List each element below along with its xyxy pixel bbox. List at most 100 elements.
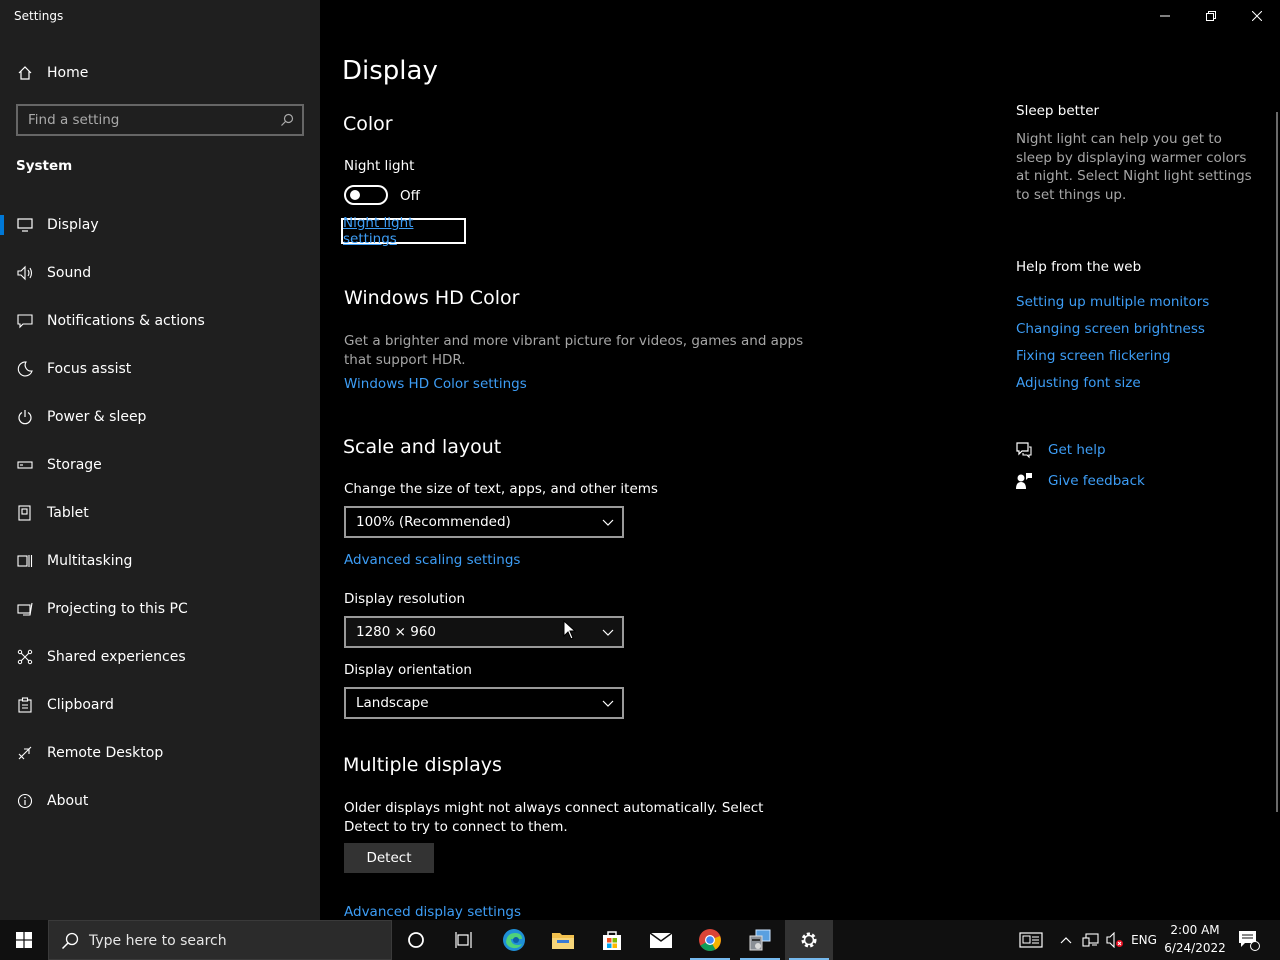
clock-date[interactable]: 6/24/2022 [1160, 941, 1230, 955]
color-heading: Color [343, 113, 393, 135]
resolution-dropdown[interactable]: 1280 × 960 [344, 616, 624, 648]
sidebar-item-display[interactable]: Display [0, 205, 320, 245]
resolution-label: Display resolution [344, 591, 466, 607]
close-button[interactable] [1234, 0, 1280, 32]
minimize-button[interactable] [1142, 0, 1188, 32]
task-view-icon [455, 932, 472, 948]
sidebar-item-label: Shared experiences [47, 649, 186, 665]
orientation-value: Landscape [356, 695, 429, 711]
sidebar-item-label: About [47, 793, 89, 809]
store-icon [603, 931, 621, 950]
sidebar-item-focus-assist[interactable]: Focus assist [0, 349, 320, 389]
network-button[interactable] [1080, 920, 1102, 960]
advanced-scaling-link[interactable]: Advanced scaling settings [344, 552, 520, 568]
clipboard-icon [16, 696, 34, 714]
scale-label: Change the size of text, apps, and other… [344, 481, 658, 497]
news-icon [1019, 932, 1043, 948]
home-label: Home [47, 65, 89, 81]
resolution-value: 1280 × 960 [356, 624, 437, 640]
night-light-label: Night light [344, 158, 415, 174]
edge-icon [503, 929, 525, 951]
file-explorer-button[interactable] [539, 920, 587, 960]
help-link-multiple-monitors[interactable]: Setting up multiple monitors [1016, 294, 1209, 310]
sleep-better-title: Sleep better [1016, 103, 1100, 119]
home-nav-item[interactable]: Home [0, 53, 320, 93]
remote-desktop-icon [16, 744, 34, 762]
cortana-circle-icon [408, 932, 424, 948]
show-hidden-icons-button[interactable] [1056, 920, 1076, 960]
give-feedback-link[interactable]: Give feedback [1048, 473, 1145, 489]
sidebar-item-notifications[interactable]: Notifications & actions [0, 301, 320, 341]
storage-icon [16, 456, 34, 474]
search-icon[interactable] [280, 113, 294, 127]
chrome-button[interactable] [686, 920, 734, 960]
sidebar: Settings Home System Display Sound Notif… [0, 0, 320, 920]
night-light-settings-link[interactable]: Night light settings [343, 215, 464, 247]
minimize-icon [1160, 15, 1170, 17]
network-icon [1082, 933, 1099, 947]
chevron-down-icon [602, 700, 614, 707]
volume-button[interactable] [1104, 920, 1126, 960]
night-light-settings-link-focus[interactable]: Night light settings [341, 215, 466, 247]
action-center-button[interactable] [1234, 920, 1264, 960]
sidebar-item-multitasking[interactable]: Multitasking [0, 541, 320, 581]
sidebar-item-storage[interactable]: Storage [0, 445, 320, 485]
sidebar-item-clipboard[interactable]: Clipboard [0, 685, 320, 725]
mail-icon [649, 932, 673, 948]
sidebar-item-tablet[interactable]: Tablet [0, 493, 320, 533]
sidebar-item-label: Clipboard [47, 697, 114, 713]
detect-button[interactable]: Detect [344, 843, 434, 873]
help-link-screen-brightness[interactable]: Changing screen brightness [1016, 321, 1205, 337]
night-light-toggle[interactable] [344, 185, 388, 205]
advanced-display-link[interactable]: Advanced display settings [344, 904, 521, 920]
tablet-icon [16, 504, 34, 522]
taskbar-search-box[interactable]: Type here to search [48, 920, 392, 960]
clock-time[interactable]: 2:00 AM [1160, 923, 1230, 937]
search-icon [61, 932, 79, 950]
windows-logo-icon [16, 932, 32, 948]
orientation-dropdown[interactable]: Landscape [344, 687, 624, 719]
sidebar-item-sound[interactable]: Sound [0, 253, 320, 293]
toggle-knob [350, 190, 360, 200]
info-icon [16, 792, 34, 810]
input-language-button[interactable]: ENG [1128, 920, 1160, 960]
page-title: Display [342, 56, 438, 86]
scale-value: 100% (Recommended) [356, 514, 511, 530]
power-icon [16, 408, 34, 426]
help-link-screen-flickering[interactable]: Fixing screen flickering [1016, 348, 1171, 364]
start-button[interactable] [0, 920, 48, 960]
app-title: Settings [14, 9, 64, 23]
sidebar-item-projecting[interactable]: Projecting to this PC [0, 589, 320, 629]
mail-button[interactable] [637, 920, 685, 960]
help-link-font-size[interactable]: Adjusting font size [1016, 375, 1141, 391]
get-help-link[interactable]: Get help [1048, 442, 1106, 458]
sidebar-item-label: Power & sleep [47, 409, 147, 425]
sidebar-item-label: Remote Desktop [47, 745, 164, 761]
scale-dropdown[interactable]: 100% (Recommended) [344, 506, 624, 538]
store-button[interactable] [588, 920, 636, 960]
control-panel-button[interactable] [736, 920, 784, 960]
projecting-icon [16, 600, 34, 618]
give-feedback-icon [1016, 473, 1032, 489]
settings-taskbar-button[interactable] [785, 920, 833, 960]
cortana-button[interactable] [392, 920, 440, 960]
sidebar-item-power-sleep[interactable]: Power & sleep [0, 397, 320, 437]
news-widget-button[interactable] [1014, 920, 1048, 960]
restore-button[interactable] [1188, 0, 1234, 32]
sidebar-item-about[interactable]: About [0, 781, 320, 821]
scale-layout-heading: Scale and layout [343, 436, 502, 458]
chevron-down-icon [602, 519, 614, 526]
sidebar-item-shared-experiences[interactable]: Shared experiences [0, 637, 320, 677]
sidebar-item-label: Tablet [47, 505, 89, 521]
sidebar-item-remote-desktop[interactable]: Remote Desktop [0, 733, 320, 773]
folder-icon [552, 933, 574, 949]
edge-taskbar-button[interactable] [490, 920, 538, 960]
moon-icon [16, 360, 34, 378]
restore-icon [1206, 11, 1216, 21]
sidebar-item-label: Display [47, 217, 99, 233]
task-view-button[interactable] [440, 920, 488, 960]
vertical-scrollbar[interactable] [1276, 112, 1278, 812]
find-setting-input[interactable] [18, 106, 258, 134]
find-setting-box[interactable] [16, 104, 304, 136]
hd-color-settings-link[interactable]: Windows HD Color settings [344, 376, 527, 392]
